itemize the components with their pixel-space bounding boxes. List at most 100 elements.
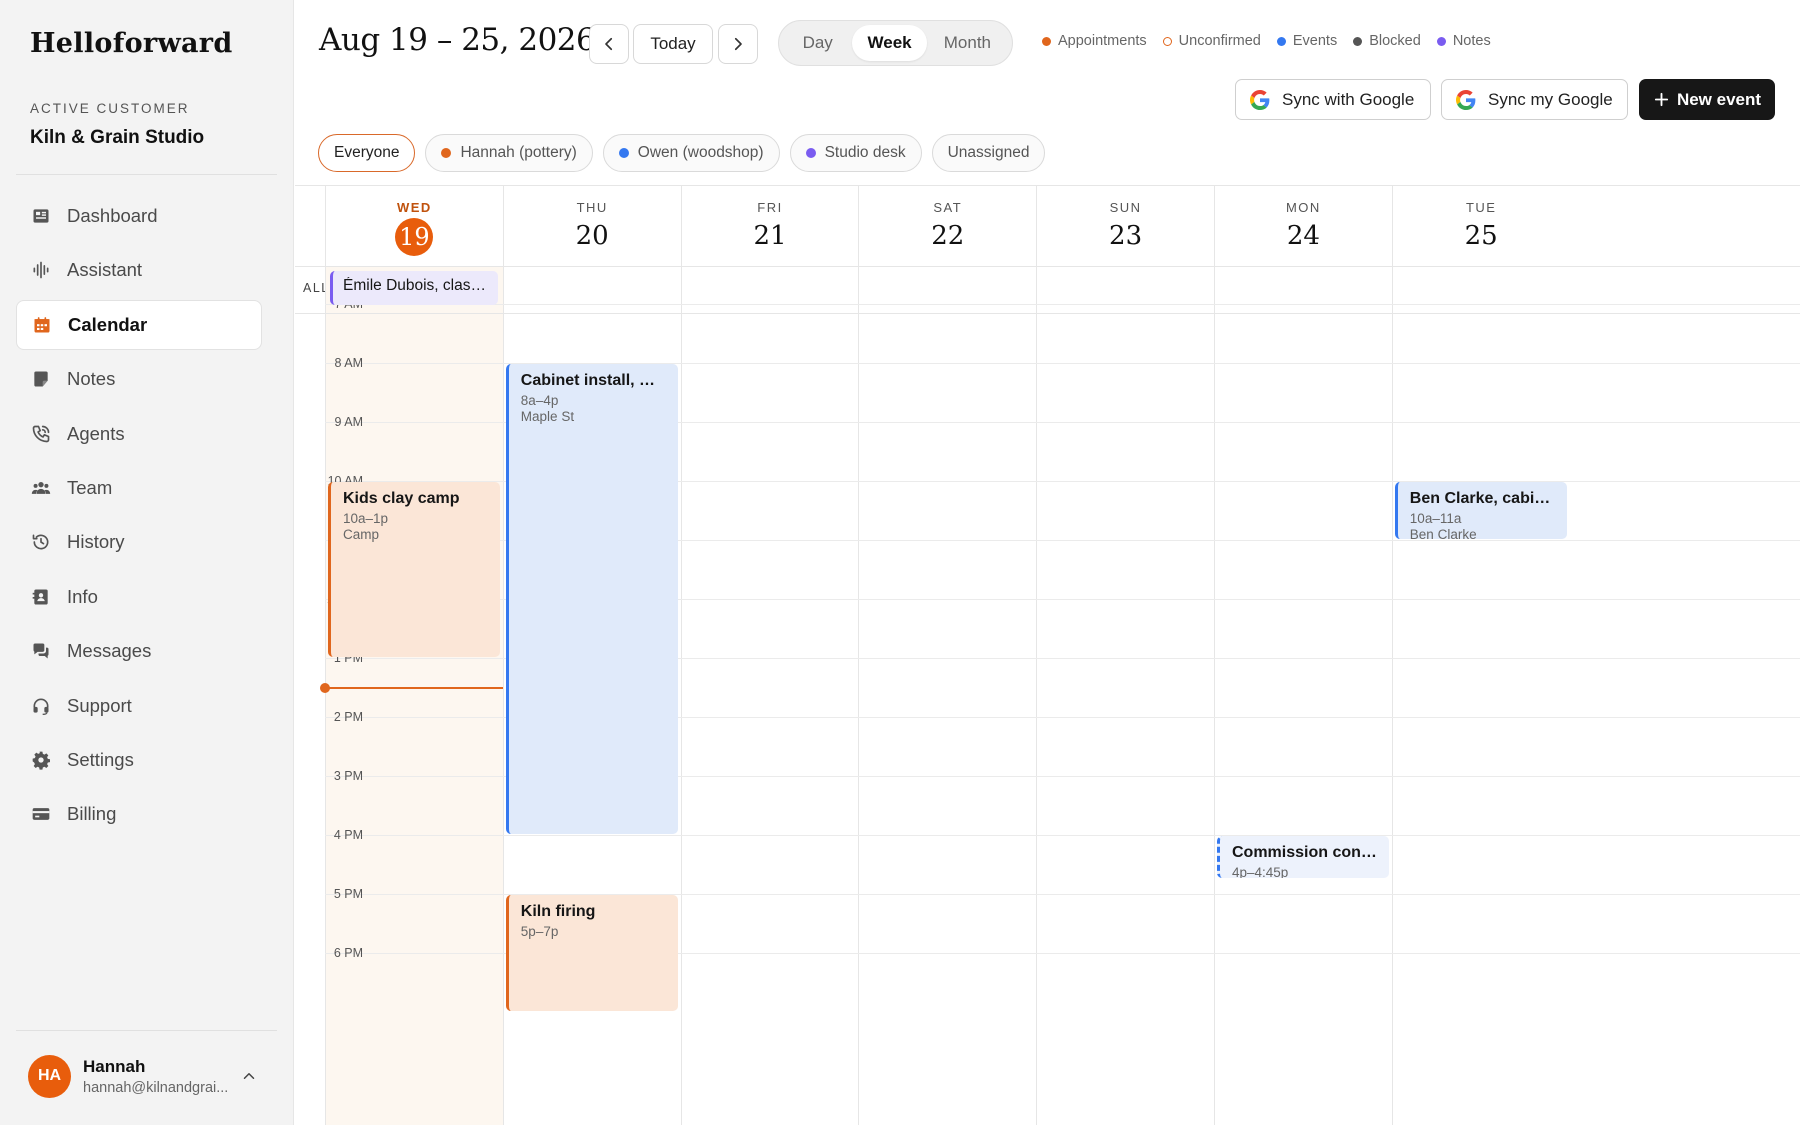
filter-chip-label: Studio desk xyxy=(824,144,906,161)
filter-chip-owen-woodshop[interactable]: Owen (woodshop) xyxy=(602,134,780,172)
event-title: Ben Clarke, cabinets ... xyxy=(1409,490,1557,507)
chevron-up-icon[interactable] xyxy=(240,1067,258,1085)
sidebar-item-billing[interactable]: Billing xyxy=(16,789,262,839)
legend-events: Events xyxy=(1276,33,1337,49)
filter-chip-everyone[interactable]: Everyone xyxy=(318,134,416,172)
dashboard-icon xyxy=(30,205,52,227)
day-column-fri[interactable]: FRI 21 xyxy=(680,186,859,1125)
new-event-button[interactable]: New event xyxy=(1639,79,1775,120)
day-name: WED xyxy=(396,200,432,215)
legend-dot xyxy=(1276,36,1286,46)
filter-chip-label: Hannah (pottery) xyxy=(460,144,577,161)
sync-my-google-button[interactable]: Sync my Google xyxy=(1441,79,1628,120)
legend-unconfirmed: Unconfirmed xyxy=(1162,33,1261,49)
view-week-button[interactable]: Week xyxy=(852,25,927,61)
day-column-mon[interactable]: MON 24 xyxy=(1214,186,1392,1125)
active-customer-label: ACTIVE CUSTOMER xyxy=(30,101,190,116)
google-icon xyxy=(1250,89,1270,110)
sidebar-item-label: Info xyxy=(67,585,98,607)
day-header[interactable]: THU 20 xyxy=(503,186,681,266)
filter-chip-label: Unassigned xyxy=(947,144,1030,161)
plus-icon xyxy=(1654,92,1669,107)
today-button[interactable]: Today xyxy=(633,24,713,64)
day-header[interactable]: FRI 21 xyxy=(681,186,859,266)
date-range-title: Aug 19 – 25, 2026 xyxy=(319,22,596,58)
sidebar: Helloforward ACTIVE CUSTOMER Kiln & Grai… xyxy=(0,0,294,1125)
legend-blocked: Blocked xyxy=(1353,33,1421,49)
filter-chip-studio-desk[interactable]: Studio desk xyxy=(789,134,922,172)
today-date-badge: 19 xyxy=(395,218,434,256)
sidebar-item-messages[interactable]: Messages xyxy=(16,626,262,676)
chevron-right-icon xyxy=(734,37,742,51)
new-event-label: New event xyxy=(1676,89,1762,109)
current-time-indicator xyxy=(325,686,503,689)
event-block[interactable]: Cabinet install, Maple... 8a–4pMaple St xyxy=(505,364,678,834)
sidebar-item-label: Settings xyxy=(67,748,134,770)
day-header[interactable]: TUE 25 xyxy=(1392,186,1570,266)
current-time-dot xyxy=(320,682,330,693)
legend-dot xyxy=(1162,36,1172,46)
event-block[interactable]: Commission consult, ... 4p–4:45p xyxy=(1217,836,1389,879)
sidebar-item-support[interactable]: Support xyxy=(16,681,262,731)
hour-label: 9 AM xyxy=(334,415,364,429)
sidebar-item-dashboard[interactable]: Dashboard xyxy=(16,191,262,241)
day-column-tue[interactable]: TUE 25 xyxy=(1391,186,1570,1125)
chat-icon xyxy=(30,640,52,662)
active-customer-name[interactable]: Kiln & Grain Studio xyxy=(30,127,204,149)
day-column-sun[interactable]: SUN 23 xyxy=(1036,186,1214,1125)
gear-icon xyxy=(30,749,52,771)
legend-notes: Notes xyxy=(1436,33,1491,49)
sidebar-item-history[interactable]: History xyxy=(16,517,262,567)
event-title: Émile Dubois, class gi... xyxy=(343,277,488,294)
hour-gridline xyxy=(325,835,1800,836)
note-icon xyxy=(30,368,52,390)
day-header[interactable]: WED 19 xyxy=(326,186,503,266)
hour-label: 2 PM xyxy=(333,710,363,724)
waveform-icon xyxy=(30,259,52,281)
event-block[interactable]: Ben Clarke, cabinets ... 10a–11aBen Clark… xyxy=(1394,482,1567,539)
sidebar-item-notes[interactable]: Notes xyxy=(16,354,262,404)
event-title: Cabinet install, Maple... xyxy=(520,372,668,389)
filter-chip-label: Owen (woodshop) xyxy=(637,144,764,161)
filter-chip-unassigned[interactable]: Unassigned xyxy=(931,134,1046,172)
day-header[interactable]: SAT 22 xyxy=(859,186,1037,266)
sidebar-item-settings[interactable]: Settings xyxy=(16,735,262,785)
filter-chip-hannah-pottery[interactable]: Hannah (pottery) xyxy=(425,134,593,172)
event-block[interactable]: Kids clay camp 10a–1p Camp xyxy=(328,482,500,657)
sync-with-google-button[interactable]: Sync with Google xyxy=(1235,79,1431,120)
event-time: 4p–4:45p xyxy=(1232,865,1289,879)
hour-label: 5 PM xyxy=(333,887,363,901)
sidebar-item-label: History xyxy=(67,531,125,553)
sidebar-item-info[interactable]: Info xyxy=(16,572,262,622)
day-number: 25 xyxy=(1464,221,1498,251)
day-column-sat[interactable]: SAT 22 xyxy=(858,186,1037,1125)
hour-gridline xyxy=(325,304,1800,305)
prev-week-button[interactable] xyxy=(589,24,629,64)
allday-row xyxy=(295,266,1800,314)
allday-event[interactable]: Émile Dubois, class gi... xyxy=(330,271,498,305)
view-day-button[interactable]: Day xyxy=(783,25,852,61)
sidebar-item-calendar[interactable]: Calendar xyxy=(16,299,262,350)
day-name: MON xyxy=(1285,200,1321,215)
day-header[interactable]: SUN 23 xyxy=(1037,186,1214,266)
headset-icon xyxy=(30,695,52,717)
day-header[interactable]: MON 24 xyxy=(1215,186,1392,266)
user-menu[interactable]: HA Hannah hannah@kilnandgrai... xyxy=(16,1041,278,1111)
filter-color-dot xyxy=(805,148,816,158)
user-name: Hannah xyxy=(83,1056,146,1076)
sidebar-item-label: Calendar xyxy=(68,313,148,335)
sidebar-item-agents[interactable]: Agents xyxy=(16,409,262,459)
event-time: 8a–4p xyxy=(520,393,559,408)
sidebar-item-label: Assistant xyxy=(67,259,143,281)
brand-logo[interactable]: Helloforward xyxy=(30,28,233,59)
sidebar-item-assistant[interactable]: Assistant xyxy=(16,245,262,295)
legend-label: Appointments xyxy=(1058,33,1147,49)
event-time: 5p–7p xyxy=(520,924,559,939)
event-block[interactable]: Kiln firing 5p–7p xyxy=(505,895,678,1011)
sidebar-item-team[interactable]: Team xyxy=(16,463,262,513)
next-week-button[interactable] xyxy=(718,24,758,64)
view-month-button[interactable]: Month xyxy=(927,25,1008,61)
google-icon xyxy=(1456,89,1476,110)
hour-label: 3 PM xyxy=(333,769,363,783)
history-icon xyxy=(30,531,52,553)
